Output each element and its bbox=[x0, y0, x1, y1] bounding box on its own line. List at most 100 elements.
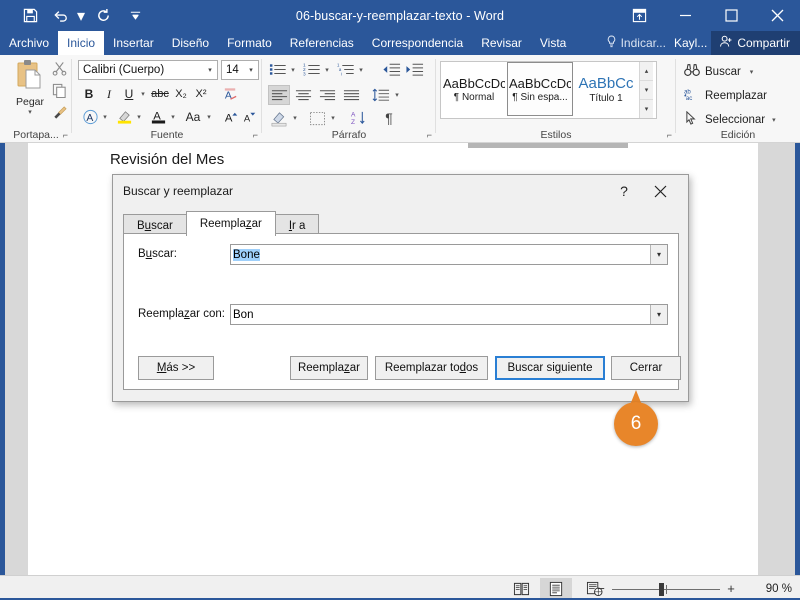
underline-dropdown-icon[interactable]: ▾ bbox=[138, 85, 148, 103]
highlight-button[interactable] bbox=[114, 107, 134, 126]
zoom-slider-thumb[interactable] bbox=[659, 582, 664, 596]
find-dropdown-icon[interactable]: ▾ bbox=[750, 68, 754, 76]
sort-button[interactable]: AZ bbox=[348, 108, 370, 128]
text-effects-button[interactable]: A bbox=[80, 107, 100, 126]
styles-more-icon[interactable]: ▾ bbox=[640, 100, 653, 118]
view-print-layout-button[interactable] bbox=[540, 578, 572, 599]
font-size-combo[interactable]: 14 ▾ bbox=[221, 60, 259, 80]
tab-diseno[interactable]: Diseño bbox=[163, 31, 218, 55]
line-spacing-button[interactable] bbox=[370, 85, 392, 105]
style-item-titulo-1[interactable]: AaBbCc Título 1 bbox=[573, 62, 639, 116]
font-name-dropdown-icon[interactable]: ▾ bbox=[203, 66, 217, 74]
minimize-icon[interactable] bbox=[662, 0, 708, 31]
style-item-normal[interactable]: AaBbCcDc ¶ Normal bbox=[441, 62, 507, 116]
format-painter-icon[interactable] bbox=[52, 105, 67, 125]
undo-dropdown-icon[interactable]: ▾ bbox=[74, 0, 88, 31]
replace-input[interactable]: Bon ▾ bbox=[230, 304, 668, 325]
text-effects-dropdown-icon[interactable]: ▾ bbox=[100, 107, 110, 126]
view-read-mode-button[interactable] bbox=[505, 578, 537, 599]
customize-qat-icon[interactable] bbox=[118, 0, 152, 31]
shading-dropdown-icon[interactable]: ▾ bbox=[290, 108, 300, 128]
shading-button[interactable] bbox=[268, 108, 290, 128]
paste-dropdown-icon[interactable]: ▾ bbox=[8, 108, 52, 116]
find-button[interactable]: Buscar ▾ bbox=[684, 63, 753, 80]
line-spacing-dropdown-icon[interactable]: ▾ bbox=[392, 85, 402, 105]
redo-icon[interactable] bbox=[88, 0, 118, 31]
shrink-font-button[interactable]: A bbox=[240, 107, 258, 126]
justify-button[interactable] bbox=[340, 85, 362, 105]
styles-dialog-launcher[interactable]: ⌐ bbox=[667, 130, 672, 140]
clear-formatting-icon[interactable]: A bbox=[220, 84, 240, 104]
close-button[interactable]: Cerrar bbox=[611, 356, 681, 380]
tab-revisar[interactable]: Revisar bbox=[472, 31, 531, 55]
share-button[interactable]: Compartir bbox=[711, 31, 800, 55]
replace-button[interactable]: ab ac Reemplazar bbox=[684, 87, 767, 104]
numbering-dropdown-icon[interactable]: ▾ bbox=[322, 60, 332, 79]
find-history-dropdown-icon[interactable]: ▾ bbox=[650, 245, 667, 264]
zoom-out-button[interactable]: − bbox=[590, 581, 612, 596]
clipboard-dialog-launcher[interactable]: ⌐ bbox=[63, 130, 68, 140]
more-button[interactable]: Más >> bbox=[138, 356, 214, 380]
copy-icon[interactable] bbox=[52, 83, 67, 103]
multilevel-list-dropdown-icon[interactable]: ▾ bbox=[356, 60, 366, 79]
maximize-icon[interactable] bbox=[708, 0, 754, 31]
select-dropdown-icon[interactable]: ▾ bbox=[772, 116, 776, 124]
dialog-help-button[interactable]: ? bbox=[612, 181, 636, 201]
italic-button[interactable]: I bbox=[100, 85, 118, 103]
dialog-close-icon[interactable] bbox=[646, 180, 674, 202]
tab-referencias[interactable]: Referencias bbox=[281, 31, 363, 55]
show-formatting-marks-button[interactable]: ¶ bbox=[378, 108, 400, 128]
numbering-button[interactable]: 123 bbox=[302, 60, 322, 79]
bullets-dropdown-icon[interactable]: ▾ bbox=[288, 60, 298, 79]
tab-correspondencia[interactable]: Correspondencia bbox=[363, 31, 472, 55]
tab-formato[interactable]: Formato bbox=[218, 31, 281, 55]
multilevel-list-button[interactable]: 1ai bbox=[336, 60, 356, 79]
ribbon-options-icon[interactable] bbox=[616, 0, 662, 31]
zoom-level-label[interactable]: 90 % bbox=[752, 583, 792, 595]
replace-button-dialog[interactable]: Reempla z ar bbox=[290, 356, 368, 380]
font-size-dropdown-icon[interactable]: ▾ bbox=[244, 66, 258, 74]
borders-dropdown-icon[interactable]: ▾ bbox=[328, 108, 338, 128]
horizontal-scrollbar[interactable] bbox=[468, 143, 628, 148]
tab-vista[interactable]: Vista bbox=[531, 31, 575, 55]
save-icon[interactable] bbox=[12, 0, 48, 31]
find-input[interactable]: Bone ▾ bbox=[230, 244, 668, 265]
dialog-tab-reemplazar[interactable]: Reempla z ar bbox=[185, 211, 276, 236]
font-name-combo[interactable]: Calibri (Cuerpo) ▾ bbox=[78, 60, 218, 80]
underline-button[interactable]: U bbox=[120, 85, 138, 103]
select-button[interactable]: Seleccionar ▾ bbox=[684, 110, 776, 128]
bullets-button[interactable] bbox=[268, 60, 288, 79]
change-case-button[interactable]: Aa bbox=[182, 107, 204, 126]
styles-scroll-up-icon[interactable]: ▴ bbox=[640, 62, 653, 81]
styles-scroll-down-icon[interactable]: ▾ bbox=[640, 81, 653, 100]
font-color-dropdown-icon[interactable]: ▾ bbox=[168, 107, 178, 126]
align-right-button[interactable] bbox=[316, 85, 338, 105]
align-center-button[interactable] bbox=[292, 85, 314, 105]
undo-icon[interactable] bbox=[48, 0, 74, 31]
zoom-in-button[interactable]: + bbox=[720, 581, 742, 596]
bold-button[interactable]: B bbox=[80, 85, 98, 103]
increase-indent-button[interactable] bbox=[403, 60, 425, 79]
find-next-button[interactable]: Buscar si g uiente bbox=[495, 356, 605, 380]
close-icon[interactable] bbox=[754, 0, 800, 31]
style-item-sin-espaciado[interactable]: AaBbCcDc ¶ Sin espa... bbox=[507, 62, 573, 116]
font-dialog-launcher[interactable]: ⌐ bbox=[253, 130, 258, 140]
change-case-dropdown-icon[interactable]: ▾ bbox=[204, 107, 214, 126]
strikethrough-button[interactable]: abc bbox=[150, 85, 170, 103]
tab-inicio[interactable]: Inicio bbox=[58, 31, 105, 55]
superscript-button[interactable]: X² bbox=[192, 85, 210, 103]
replace-all-button[interactable]: Reemplazar to d os bbox=[375, 356, 488, 380]
tab-archivo[interactable]: Archivo bbox=[0, 31, 58, 55]
highlight-dropdown-icon[interactable]: ▾ bbox=[134, 107, 144, 126]
paragraph-dialog-launcher[interactable]: ⌐ bbox=[427, 130, 432, 140]
subscript-button[interactable]: X₂ bbox=[172, 85, 190, 103]
grow-font-button[interactable]: A bbox=[222, 107, 240, 126]
cut-icon[interactable] bbox=[52, 61, 67, 81]
decrease-indent-button[interactable] bbox=[380, 60, 402, 79]
user-account[interactable]: Kayl... bbox=[672, 31, 711, 55]
paste-button[interactable]: Pegar ▾ bbox=[8, 59, 52, 116]
tell-me-box[interactable]: Indicar... bbox=[600, 31, 672, 55]
replace-history-dropdown-icon[interactable]: ▾ bbox=[650, 305, 667, 324]
zoom-slider[interactable] bbox=[612, 582, 720, 596]
font-color-button[interactable]: A bbox=[148, 107, 168, 126]
